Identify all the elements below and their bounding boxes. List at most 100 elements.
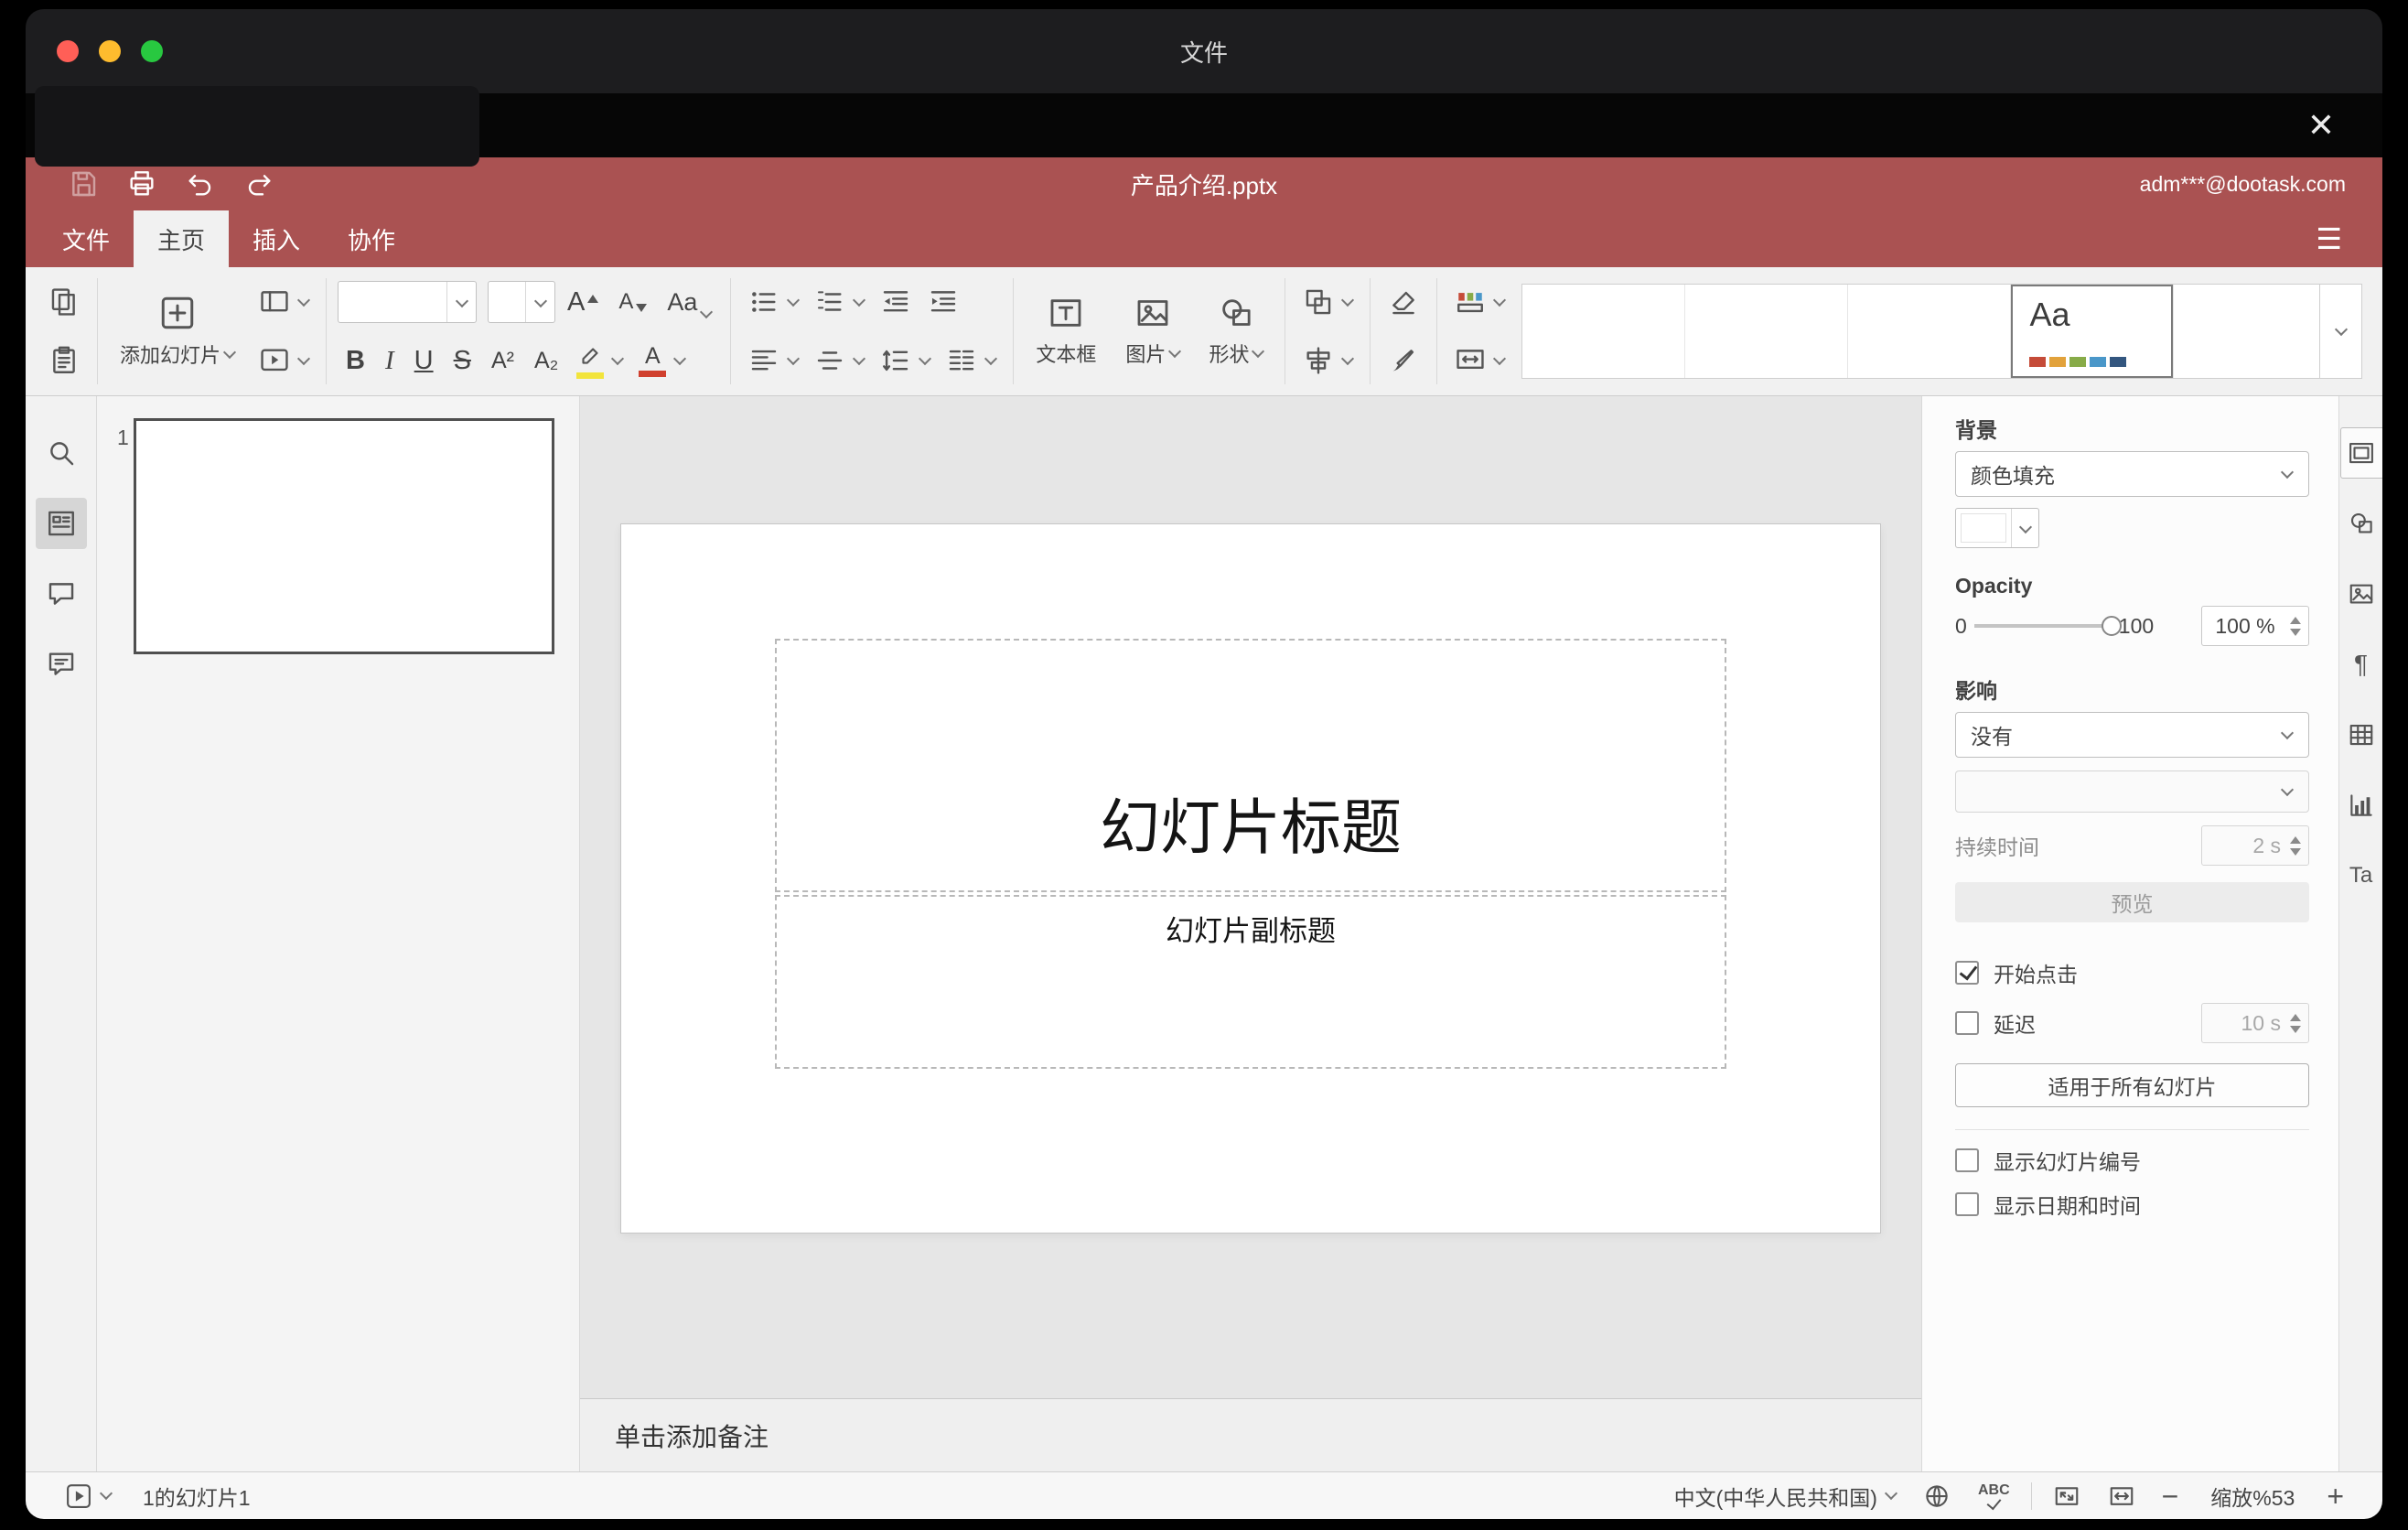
minimize-window-button[interactable] bbox=[99, 40, 121, 62]
vertical-align-button[interactable] bbox=[808, 341, 870, 380]
strikethrough-button[interactable]: S bbox=[446, 342, 479, 380]
bold-button[interactable]: B bbox=[338, 342, 373, 380]
sidebar-slides-button[interactable] bbox=[35, 498, 87, 549]
fit-slide-button[interactable] bbox=[2047, 1479, 2087, 1514]
slide-layout-button[interactable] bbox=[253, 283, 315, 321]
increase-font-button[interactable]: A bbox=[559, 284, 607, 321]
font-name-dropdown[interactable] bbox=[446, 282, 476, 322]
line-spacing-icon bbox=[883, 350, 908, 372]
decrease-font-button[interactable]: A bbox=[610, 286, 655, 318]
add-slide-button[interactable]: 添加幻灯片 bbox=[109, 288, 245, 374]
tab-insert[interactable]: 插入 bbox=[229, 210, 324, 267]
apply-to-all-slides-button[interactable]: 适用于所有幻灯片 bbox=[1955, 1063, 2309, 1107]
close-window-button[interactable] bbox=[57, 40, 79, 62]
numbering-button[interactable] bbox=[808, 283, 870, 321]
tab-home[interactable]: 主页 bbox=[134, 210, 230, 267]
language-button[interactable]: 中文(中华人民共和国) bbox=[1668, 1477, 1902, 1515]
chart-settings-tab[interactable] bbox=[2340, 780, 2382, 831]
horizontal-align-button[interactable] bbox=[742, 341, 804, 380]
subscript-button[interactable]: A₂ bbox=[526, 344, 566, 378]
color-scheme-button[interactable] bbox=[1448, 283, 1510, 321]
sidebar-chat-button[interactable] bbox=[36, 639, 87, 690]
underline-button[interactable]: U bbox=[406, 342, 442, 380]
paste-button[interactable] bbox=[42, 341, 86, 380]
italic-button[interactable]: I bbox=[377, 342, 403, 380]
duration-input[interactable]: 2 s bbox=[2201, 825, 2309, 866]
paragraph-settings-tab[interactable]: ¶ bbox=[2340, 639, 2382, 690]
title-placeholder[interactable]: 幻灯片标题 bbox=[775, 639, 1726, 892]
table-settings-tab[interactable] bbox=[2340, 709, 2382, 760]
font-color-button[interactable]: A bbox=[632, 341, 691, 381]
theme-gallery-expand-button[interactable] bbox=[2319, 285, 2361, 378]
theme-tile[interactable] bbox=[1848, 285, 2012, 378]
delay-checkbox[interactable] bbox=[1955, 1011, 1979, 1035]
notes-area[interactable]: 单击添加备注 bbox=[580, 1398, 1921, 1471]
delay-input[interactable]: 10 s bbox=[2201, 1003, 2309, 1043]
font-name-combobox[interactable] bbox=[338, 281, 478, 323]
insert-image-button[interactable]: 图片 bbox=[1114, 289, 1190, 373]
opacity-value-input[interactable]: 100 % bbox=[2201, 606, 2309, 646]
start-on-click-checkbox[interactable] bbox=[1955, 961, 1979, 985]
background-fill-select[interactable]: 颜色填充 bbox=[1955, 451, 2309, 497]
theme-tile[interactable] bbox=[1685, 285, 1849, 378]
zoom-out-button[interactable]: − bbox=[2156, 1482, 2185, 1511]
textart-settings-tab[interactable]: Ta bbox=[2340, 850, 2382, 901]
show-slide-number-checkbox[interactable] bbox=[1955, 1148, 1979, 1172]
tab-file[interactable]: 文件 bbox=[38, 210, 134, 267]
decrease-indent-button[interactable] bbox=[874, 283, 918, 321]
sidebar-search-button[interactable] bbox=[36, 427, 87, 479]
slide-size-button[interactable] bbox=[1448, 341, 1510, 380]
close-icon[interactable]: ✕ bbox=[2307, 109, 2335, 142]
document-language-button[interactable] bbox=[1917, 1479, 1957, 1514]
image-settings-tab[interactable] bbox=[2340, 568, 2382, 620]
start-slideshow-button[interactable] bbox=[253, 341, 315, 380]
align-shapes-button[interactable] bbox=[1296, 341, 1359, 380]
color-picker-dropdown[interactable] bbox=[2011, 509, 2038, 547]
slide-settings-tab[interactable] bbox=[2339, 427, 2382, 479]
background-color-picker[interactable] bbox=[1955, 508, 2039, 548]
font-size-combobox[interactable] bbox=[488, 281, 556, 323]
spellcheck-button[interactable]: ABC bbox=[1972, 1480, 2016, 1513]
subtitle-placeholder[interactable]: 幻灯片副标题 bbox=[775, 895, 1726, 1069]
redo-button[interactable] bbox=[238, 166, 280, 202]
clear-style-button[interactable] bbox=[1381, 283, 1425, 321]
spinner-arrows-icon[interactable] bbox=[2288, 835, 2308, 856]
tab-collaboration[interactable]: 协作 bbox=[324, 210, 419, 267]
slide[interactable]: 幻灯片标题 幻灯片副标题 bbox=[621, 524, 1880, 1233]
zoom-window-button[interactable] bbox=[141, 40, 163, 62]
spinner-arrows-icon[interactable] bbox=[2288, 1013, 2308, 1033]
effect-option-select[interactable] bbox=[1955, 770, 2309, 813]
copy-button[interactable] bbox=[42, 283, 86, 321]
print-button[interactable] bbox=[121, 166, 163, 202]
effect-select[interactable]: 没有 bbox=[1955, 712, 2309, 758]
undo-button[interactable] bbox=[179, 166, 221, 202]
copy-style-button[interactable] bbox=[1381, 341, 1425, 380]
fit-width-button[interactable] bbox=[2102, 1479, 2142, 1514]
change-case-button[interactable]: Aa bbox=[659, 285, 719, 320]
line-spacing-button[interactable] bbox=[874, 341, 936, 380]
columns-button[interactable] bbox=[940, 341, 1002, 380]
increase-indent-button[interactable] bbox=[921, 283, 965, 321]
show-date-time-checkbox[interactable] bbox=[1955, 1192, 1979, 1216]
sidebar-comments-button[interactable] bbox=[36, 568, 87, 620]
shape-settings-tab[interactable] bbox=[2340, 498, 2382, 549]
save-button[interactable] bbox=[62, 166, 104, 202]
arrange-shapes-button[interactable] bbox=[1296, 283, 1359, 321]
theme-tile-selected[interactable]: Aa bbox=[2011, 285, 2175, 378]
font-size-dropdown[interactable] bbox=[525, 282, 554, 322]
opacity-slider-knob[interactable] bbox=[2101, 616, 2122, 636]
insert-shape-button[interactable]: 形状 bbox=[1198, 289, 1274, 373]
insert-textbox-button[interactable]: 文本框 bbox=[1025, 289, 1107, 373]
superscript-button[interactable]: A² bbox=[483, 344, 522, 378]
bullets-button[interactable] bbox=[742, 283, 804, 321]
preview-button[interactable]: 预览 bbox=[1955, 882, 2309, 922]
theme-tile[interactable] bbox=[1522, 285, 1686, 378]
opacity-slider[interactable] bbox=[1973, 616, 2122, 636]
zoom-in-button[interactable]: + bbox=[2321, 1482, 2349, 1511]
slide-canvas[interactable]: 幻灯片标题 幻灯片副标题 bbox=[580, 396, 1921, 1398]
spinner-arrows-icon[interactable] bbox=[2288, 616, 2308, 636]
hamburger-menu-icon[interactable]: ☰ bbox=[2316, 221, 2342, 256]
highlight-color-button[interactable] bbox=[570, 339, 629, 382]
start-slideshow-status-button[interactable] bbox=[59, 1479, 117, 1514]
slide-thumbnail[interactable] bbox=[134, 418, 554, 654]
